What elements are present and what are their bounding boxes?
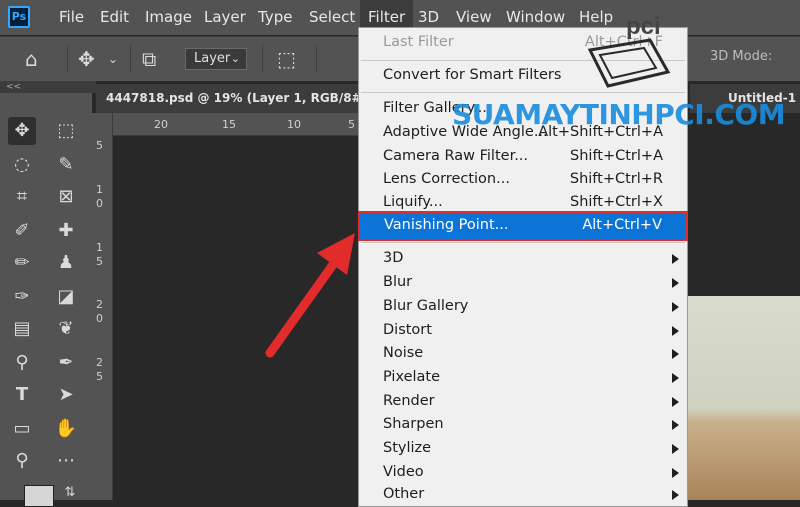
- history-brush-tool-icon[interactable]: ✑: [8, 283, 36, 311]
- submenu-pixelate[interactable]: Pixelate: [383, 369, 440, 385]
- rectangle-tool-icon[interactable]: ▭: [8, 415, 36, 443]
- ruler-mark: 10: [287, 118, 301, 131]
- lasso-tool-icon[interactable]: ◌: [8, 151, 36, 179]
- ruler-mark: 15: [222, 118, 236, 131]
- document-image: [686, 296, 800, 500]
- more-tools-icon[interactable]: ⋯: [52, 447, 80, 475]
- dodge-tool-icon[interactable]: ⚲: [8, 349, 36, 377]
- chevron-down-icon: ⌄: [230, 52, 240, 65]
- menu-item-last-filter: Last Filter: [383, 34, 454, 50]
- healing-brush-tool-icon[interactable]: ✚: [52, 217, 80, 245]
- document-tab[interactable]: 4447818.psd @ 19% (Layer 1, RGB/8#) *: [96, 84, 378, 113]
- layer-select-value: Layer: [194, 51, 231, 66]
- submenu-arrow-icon: [672, 326, 679, 336]
- submenu-3d[interactable]: 3D: [383, 250, 403, 266]
- eyedropper-tool-icon[interactable]: ✐: [8, 217, 36, 245]
- ruler-mark: 1 5: [96, 241, 103, 268]
- submenu-sharpen[interactable]: Sharpen: [383, 416, 444, 432]
- blur-tool-icon[interactable]: ❦: [52, 315, 80, 343]
- menu-item-lens-correction[interactable]: Lens Correction...: [383, 171, 510, 187]
- svg-text:pci: pci: [626, 13, 661, 40]
- collapse-panel-button[interactable]: <<: [0, 81, 96, 93]
- menu-item-vanishing-point-label: Vanishing Point...: [384, 217, 509, 233]
- brush-tool-icon[interactable]: ✏: [8, 249, 36, 277]
- menu-select[interactable]: Select: [309, 0, 355, 35]
- hand-tool-icon[interactable]: ✋: [52, 415, 80, 443]
- vertical-ruler: 5 1 0 1 5 2 0 2 5: [92, 113, 113, 500]
- submenu-blur[interactable]: Blur: [383, 274, 412, 290]
- menu-item-convert-smart-filters[interactable]: Convert for Smart Filters: [383, 67, 561, 83]
- zoom-tool-icon[interactable]: ⚲: [8, 447, 36, 475]
- submenu-arrow-icon: [672, 420, 679, 430]
- submenu-arrow-icon: [672, 397, 679, 407]
- ruler-mark: 2 0: [96, 298, 103, 325]
- swap-colors-icon[interactable]: ⇅: [56, 479, 84, 507]
- chevron-down-icon[interactable]: ⌄: [108, 45, 118, 73]
- shortcut-vanishing-point: Alt+Ctrl+V: [582, 217, 662, 233]
- menu-image[interactable]: Image: [145, 0, 192, 35]
- ruler-mark: 5: [348, 118, 355, 131]
- submenu-arrow-icon: [672, 278, 679, 288]
- annotation-arrow-icon: [265, 233, 355, 358]
- frame-tool-icon[interactable]: ⊠: [52, 183, 80, 211]
- document-tab-title: 4447818.psd @ 19% (Layer 1, RGB/8#) *: [106, 91, 378, 105]
- foreground-color-swatch[interactable]: [24, 485, 54, 507]
- move-tool-icon[interactable]: ✥: [8, 117, 36, 145]
- move-tool-icon[interactable]: ✥: [78, 45, 95, 73]
- divider: [316, 45, 317, 73]
- layer-select[interactable]: Layer ⌄: [185, 48, 247, 70]
- submenu-arrow-icon: [672, 254, 679, 264]
- ruler-mark: 2 5: [96, 356, 103, 383]
- submenu-arrow-icon: [672, 468, 679, 478]
- divider: [67, 45, 68, 73]
- submenu-arrow-icon: [672, 302, 679, 312]
- menu-item-liquify[interactable]: Liquify...: [383, 194, 443, 210]
- menu-file[interactable]: File: [59, 0, 84, 35]
- shortcut-lens-correction: Shift+Ctrl+R: [569, 171, 663, 187]
- shortcut-camera-raw-filter: Shift+Ctrl+A: [570, 148, 663, 164]
- submenu-arrow-icon: [672, 373, 679, 383]
- ruler-mark: 1 0: [96, 183, 103, 210]
- submenu-video[interactable]: Video: [383, 464, 424, 480]
- submenu-noise[interactable]: Noise: [383, 345, 423, 361]
- watermark-logo-icon: pci: [587, 13, 671, 88]
- marquee-tool-icon[interactable]: ⬚: [52, 117, 80, 145]
- horizontal-ruler: 20 15 10 5: [112, 113, 360, 136]
- ruler-mark: 5: [96, 139, 103, 152]
- clone-stamp-tool-icon[interactable]: ♟: [52, 249, 80, 277]
- menu-item-camera-raw-filter[interactable]: Camera Raw Filter...: [383, 148, 528, 164]
- menu-layer[interactable]: Layer: [204, 0, 246, 35]
- divider: [262, 45, 263, 73]
- submenu-arrow-icon: [672, 490, 679, 500]
- path-selection-tool-icon[interactable]: ➤: [52, 381, 80, 409]
- menu-item-vanishing-point[interactable]: Vanishing Point... Alt+Ctrl+V: [360, 213, 686, 239]
- gradient-tool-icon[interactable]: ▤: [8, 315, 36, 343]
- submenu-stylize[interactable]: Stylize: [383, 440, 431, 456]
- menu-edit[interactable]: Edit: [100, 0, 129, 35]
- eraser-tool-icon[interactable]: ◪: [52, 283, 80, 311]
- submenu-arrow-icon: [672, 349, 679, 359]
- menu-type[interactable]: Type: [258, 0, 292, 35]
- submenu-render[interactable]: Render: [383, 393, 435, 409]
- tools-panel: ✥ ⬚ ◌ ✎ ⌗ ⊠ ✐ ✚ ✏ ♟ ✑ ◪ ▤ ❦ ⚲ ✒ T ➤ ▭ ✋ …: [0, 93, 92, 507]
- type-tool-icon[interactable]: T: [8, 381, 36, 409]
- quick-selection-tool-icon[interactable]: ✎: [52, 151, 80, 179]
- divider: [130, 45, 131, 73]
- submenu-arrow-icon: [672, 444, 679, 454]
- transform-controls-icon[interactable]: ⬚: [277, 45, 296, 73]
- pen-tool-icon[interactable]: ✒: [52, 349, 80, 377]
- auto-select-icon[interactable]: ⧉: [142, 45, 156, 73]
- photoshop-logo: Ps: [8, 6, 30, 28]
- home-icon[interactable]: ⌂: [25, 45, 38, 73]
- crop-tool-icon[interactable]: ⌗: [8, 183, 36, 211]
- shortcut-liquify: Shift+Ctrl+X: [570, 194, 663, 210]
- ruler-mark: 20: [154, 118, 168, 131]
- submenu-distort[interactable]: Distort: [383, 322, 432, 338]
- 3d-mode-label: 3D Mode:: [710, 49, 773, 64]
- menu-separator: [361, 242, 685, 243]
- submenu-blur-gallery[interactable]: Blur Gallery: [383, 298, 468, 314]
- watermark-text: SUAMAYTINHPCI.COM: [452, 98, 786, 131]
